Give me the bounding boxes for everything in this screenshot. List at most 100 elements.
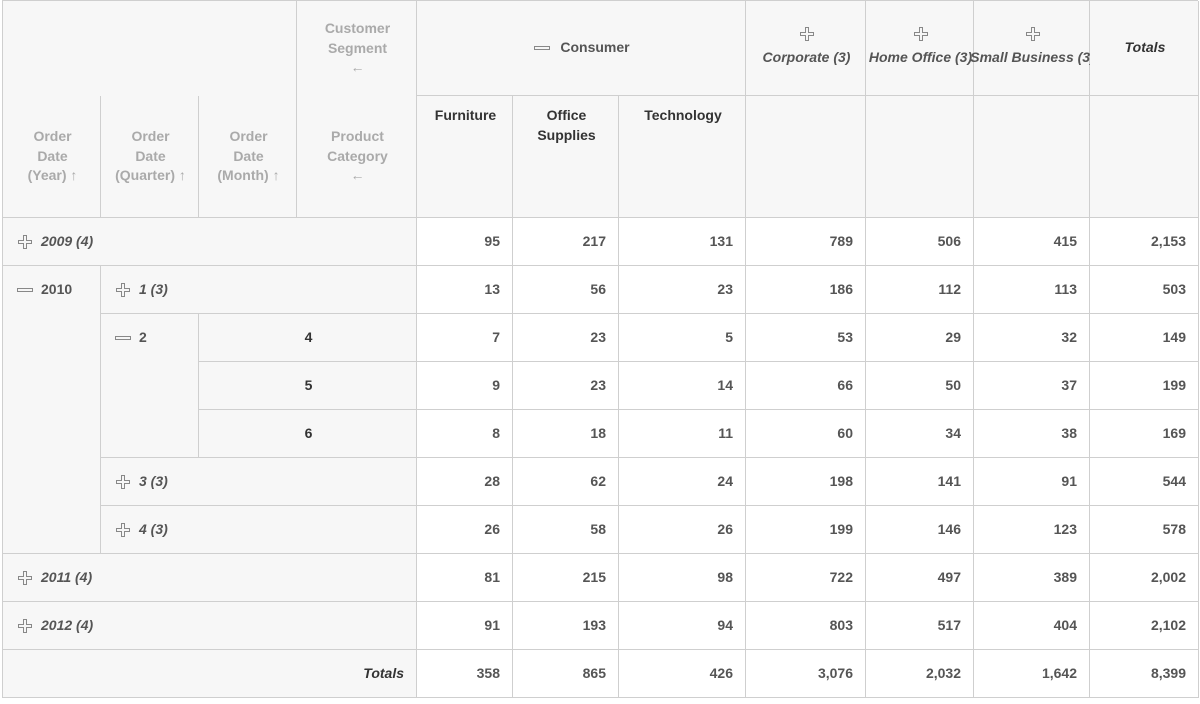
cell-value: 8	[417, 410, 513, 458]
cell-value: 146	[866, 506, 974, 554]
cell-value: 94	[619, 602, 746, 650]
col-hdr-home-office[interactable]: Home Office (3)	[866, 1, 974, 96]
cell-value: 803	[746, 602, 866, 650]
row-totals-label: Totals	[3, 650, 417, 698]
cell-value: 506	[866, 218, 974, 266]
cell-value: 141	[866, 458, 974, 506]
plus-icon[interactable]	[17, 236, 33, 248]
row-group-year-2011[interactable]: 2011 (4)	[3, 554, 417, 602]
row-dimension-placeholder	[3, 1, 297, 96]
plus-icon[interactable]	[913, 28, 929, 40]
cell-value: 503	[1090, 266, 1199, 314]
table-row: 6 8 18 11 60 34 38 169	[3, 410, 1198, 458]
col-hdr-totals: Totals	[1090, 1, 1199, 96]
cell-value: 95	[417, 218, 513, 266]
plus-icon[interactable]	[115, 476, 131, 488]
row-group-quarter-2[interactable]: 2	[101, 314, 199, 362]
cell-value: 32	[974, 314, 1090, 362]
cell-value: 198	[746, 458, 866, 506]
table-row: 4 (3) 26 58 26 199 146 123 578	[3, 506, 1198, 554]
col-hdr-furniture[interactable]: Furniture	[417, 96, 513, 218]
cell-value: 23	[513, 314, 619, 362]
cell-value: 66	[746, 362, 866, 410]
cell-value: 9	[417, 362, 513, 410]
cell-value: 215	[513, 554, 619, 602]
row-group-quarter-4[interactable]: 4 (3)	[101, 506, 417, 554]
row-year-cont	[3, 362, 101, 410]
cell-total: 865	[513, 650, 619, 698]
cell-value: 91	[417, 602, 513, 650]
cell-value: 113	[974, 266, 1090, 314]
table-row: 3 (3) 28 62 24 198 141 91 544	[3, 458, 1198, 506]
cell-value: 5	[619, 314, 746, 362]
cell-value: 37	[974, 362, 1090, 410]
row-hdr-order-month[interactable]: Order Date (Month) ↑	[199, 96, 297, 218]
cell-total: 3,076	[746, 650, 866, 698]
plus-icon[interactable]	[17, 572, 33, 584]
row-year-cont	[3, 506, 101, 554]
cell-value: 789	[746, 218, 866, 266]
cell-value: 50	[866, 362, 974, 410]
cell-value: 24	[619, 458, 746, 506]
cell-value: 34	[866, 410, 974, 458]
row-month-5[interactable]: 5	[199, 362, 417, 410]
header-row-2: Order Date (Year) ↑ Order Date (Quarter)…	[3, 96, 1198, 218]
row-group-year-2009[interactable]: 2009 (4)	[3, 218, 417, 266]
cell-total: 1,642	[974, 650, 1090, 698]
cell-value: 199	[746, 506, 866, 554]
cell-value: 91	[974, 458, 1090, 506]
cell-value: 23	[513, 362, 619, 410]
row-year-cont	[3, 458, 101, 506]
cell-value: 517	[866, 602, 974, 650]
cell-value: 544	[1090, 458, 1199, 506]
table-row: 2012 (4) 91 193 94 803 517 404 2,102	[3, 602, 1198, 650]
col-hdr-technology[interactable]: Technology	[619, 96, 746, 218]
col-hdr-small-business[interactable]: Small Business (3)	[974, 1, 1090, 96]
cell-value: 149	[1090, 314, 1199, 362]
cell-value: 81	[417, 554, 513, 602]
row-group-quarter-1[interactable]: 1 (3)	[101, 266, 417, 314]
cell-value: 169	[1090, 410, 1199, 458]
row-month-6[interactable]: 6	[199, 410, 417, 458]
cell-value: 11	[619, 410, 746, 458]
row-group-year-2010[interactable]: 2010	[3, 266, 101, 314]
cell-total: 358	[417, 650, 513, 698]
plus-icon[interactable]	[1025, 28, 1041, 40]
cell-value: 217	[513, 218, 619, 266]
cell-total: 426	[619, 650, 746, 698]
cell-value: 2,153	[1090, 218, 1199, 266]
minus-icon[interactable]	[115, 332, 131, 344]
plus-icon[interactable]	[17, 620, 33, 632]
row-hdr-product-category[interactable]: Product Category←	[297, 96, 417, 218]
minus-icon[interactable]	[534, 42, 550, 54]
row-hdr-order-year[interactable]: Order Date (Year) ↑	[3, 96, 101, 218]
cell-value: 389	[974, 554, 1090, 602]
plus-icon[interactable]	[115, 284, 131, 296]
row-hdr-order-quarter[interactable]: Order Date (Quarter) ↑	[101, 96, 199, 218]
cell-value: 23	[619, 266, 746, 314]
row-group-year-2012[interactable]: 2012 (4)	[3, 602, 417, 650]
cell-value: 112	[866, 266, 974, 314]
row-month-4[interactable]: 4	[199, 314, 417, 362]
cell-value: 123	[974, 506, 1090, 554]
col-hdr-office-supplies[interactable]: Office Supplies	[513, 96, 619, 218]
table-row: 2009 (4) 95 217 131 789 506 415 2,153	[3, 218, 1198, 266]
plus-icon[interactable]	[799, 28, 815, 40]
col-hdr-corporate[interactable]: Corporate (3)	[746, 1, 866, 96]
cell-value: 2,102	[1090, 602, 1199, 650]
cell-value: 58	[513, 506, 619, 554]
pivot-grid: Customer Segment← Consumer Corporate (3)…	[2, 0, 1198, 698]
cell-value: 56	[513, 266, 619, 314]
row-quarter-cont	[101, 362, 199, 410]
cell-value: 98	[619, 554, 746, 602]
col-hdr-customer-segment[interactable]: Customer Segment←	[297, 1, 417, 96]
cell-value: 26	[619, 506, 746, 554]
plus-icon[interactable]	[115, 524, 131, 536]
col-group-consumer[interactable]: Consumer	[417, 1, 746, 96]
cell-value: 60	[746, 410, 866, 458]
row-group-quarter-3[interactable]: 3 (3)	[101, 458, 417, 506]
header-row-1: Customer Segment← Consumer Corporate (3)…	[3, 1, 1198, 96]
cell-value: 28	[417, 458, 513, 506]
cell-value: 7	[417, 314, 513, 362]
minus-icon[interactable]	[17, 284, 33, 296]
